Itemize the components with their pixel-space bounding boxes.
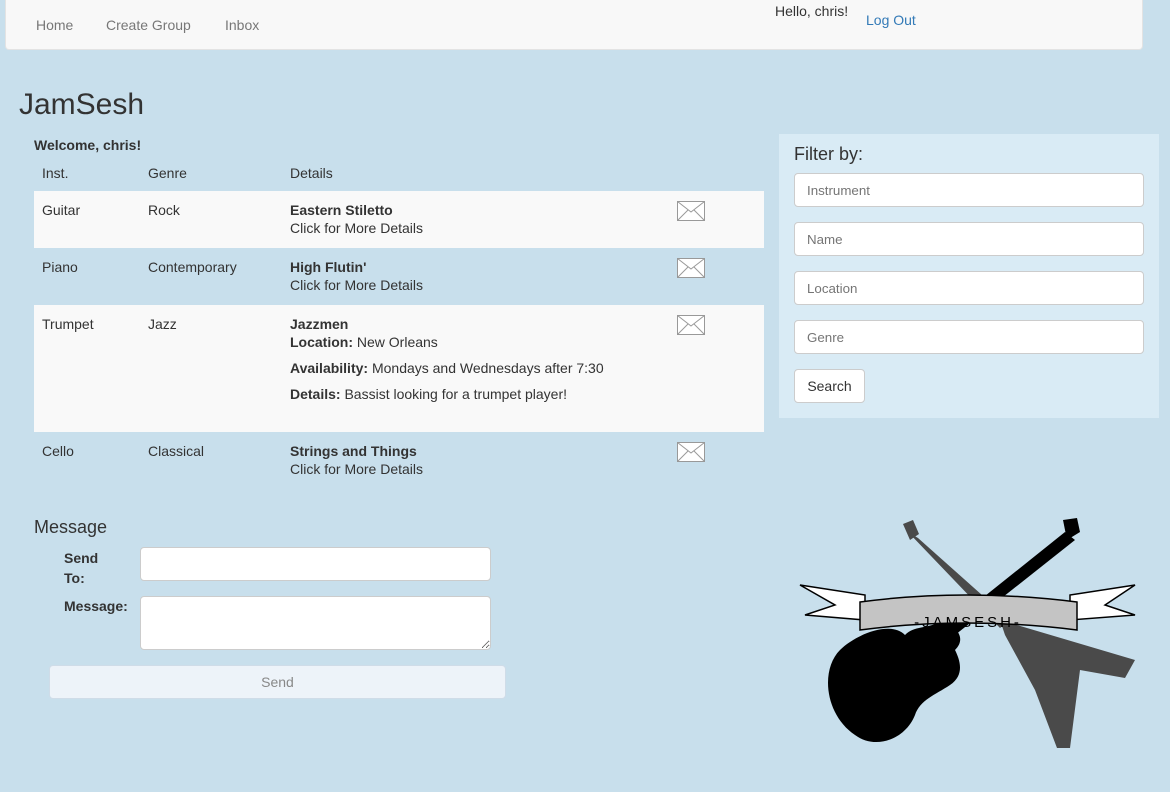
group-title: Strings and Things	[290, 443, 417, 459]
header-genre: Genre	[148, 165, 187, 181]
envelope-icon[interactable]	[677, 442, 705, 462]
location-label: Location:	[290, 334, 353, 350]
table-row[interactable]: Guitar Rock Eastern Stiletto Click for M…	[34, 191, 764, 248]
table-row[interactable]: Cello Classical Strings and Things Click…	[34, 432, 764, 489]
search-button[interactable]: Search	[794, 369, 865, 403]
table-row[interactable]: Trumpet Jazz Jazzmen Location: New Orlea…	[34, 305, 764, 432]
name-filter-input[interactable]	[794, 222, 1144, 256]
details-cell: Strings and Things Click for More Detail…	[290, 443, 423, 477]
header-inst: Inst.	[42, 165, 69, 181]
envelope-icon[interactable]	[677, 258, 705, 278]
genre-cell: Classical	[148, 443, 205, 459]
more-details-link[interactable]: Click for More Details	[290, 220, 423, 236]
send-to-input[interactable]	[140, 547, 491, 581]
greeting-text: Hello, chris!	[775, 3, 849, 19]
genre-filter-input[interactable]	[794, 320, 1144, 354]
message-label: Message:	[64, 598, 128, 614]
logo-text: -JAMSESH-	[914, 614, 1022, 631]
group-title: High Flutin'	[290, 259, 367, 275]
top-navbar: Home Create Group Inbox Hello, chris! Lo…	[5, 0, 1143, 50]
header-details: Details	[290, 165, 333, 181]
group-title: Jazzmen	[290, 316, 349, 332]
genre-cell: Rock	[148, 202, 180, 218]
nav-home-link[interactable]: Home	[36, 17, 73, 33]
nav-inbox-link[interactable]: Inbox	[225, 17, 259, 33]
send-button[interactable]: Send	[49, 665, 506, 699]
banner-right-tail	[1069, 584, 1136, 621]
message-textarea[interactable]	[140, 596, 491, 650]
filter-title: Filter by:	[794, 144, 864, 164]
app-title: JamSesh	[19, 88, 145, 121]
details-cell: Eastern Stiletto Click for More Details	[290, 202, 423, 236]
details-value: Bassist looking for a trumpet player!	[344, 386, 568, 402]
details-cell: Jazzmen Location: New Orleans Availabili…	[290, 316, 604, 402]
details-cell: High Flutin' Click for More Details	[290, 259, 423, 293]
table-row[interactable]: Piano Contemporary High Flutin' Click fo…	[34, 248, 764, 305]
availability-label: Availability:	[290, 360, 369, 376]
location-value: New Orleans	[356, 334, 438, 350]
details-label: Details:	[290, 386, 341, 402]
envelope-icon[interactable]	[677, 201, 705, 221]
filter-panel: Filter by: Search	[779, 134, 1159, 418]
inst-cell: Piano	[42, 259, 78, 275]
inst-cell: Cello	[42, 443, 74, 459]
more-details-link[interactable]: Click for More Details	[290, 277, 423, 293]
inst-cell: Trumpet	[42, 316, 94, 332]
nav-create-group-link[interactable]: Create Group	[106, 17, 191, 33]
more-details-link[interactable]: Click for More Details	[290, 461, 423, 477]
crossed-guitars-logo: -JAMSESH-	[799, 518, 1136, 748]
genre-cell: Contemporary	[148, 259, 237, 275]
location-filter-input[interactable]	[794, 271, 1144, 305]
send-to-label: Send To:	[64, 550, 99, 586]
availability-value: Mondays and Wednesdays after 7:30	[371, 360, 604, 376]
details-line: Details: Bassist looking for a trumpet p…	[290, 386, 604, 402]
message-section-title: Message	[34, 517, 108, 537]
instrument-filter-input[interactable]	[794, 173, 1144, 207]
availability-line: Availability: Mondays and Wednesdays aft…	[290, 360, 604, 376]
banner-left-tail	[799, 584, 866, 621]
group-title: Eastern Stiletto	[290, 202, 393, 218]
logout-link[interactable]: Log Out	[866, 12, 916, 28]
genre-cell: Jazz	[148, 316, 177, 332]
welcome-text: Welcome, chris!	[34, 137, 142, 153]
envelope-icon[interactable]	[677, 315, 705, 335]
inst-cell: Guitar	[42, 202, 81, 218]
location-line: Location: New Orleans	[290, 334, 604, 350]
